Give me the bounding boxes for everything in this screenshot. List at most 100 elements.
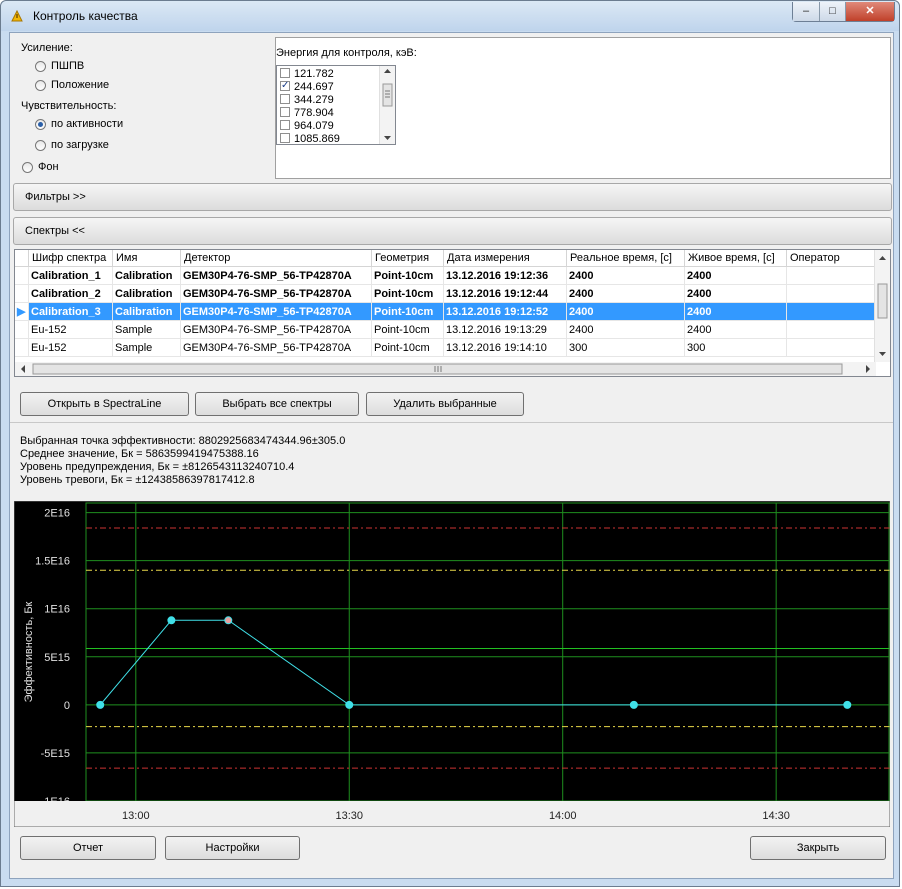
table-row[interactable]: Eu-152 Sample GEM30P4-76-SMP_56-TP42870A… (15, 321, 877, 339)
table-cell: 2400 (567, 267, 685, 285)
close-icon[interactable]: ✕ (846, 2, 894, 21)
energy-item[interactable]: 778.904 (280, 107, 334, 120)
column-header[interactable]: Дата измерения (444, 250, 567, 267)
table-cell: Point-10cm (372, 303, 444, 321)
table-cell (787, 321, 877, 339)
data-point[interactable] (345, 700, 354, 709)
energy-item[interactable]: 244.697 (280, 79, 334, 94)
row-header[interactable] (15, 285, 29, 303)
settings-button[interactable]: Настройки (165, 836, 300, 860)
table-cell: Sample (113, 339, 181, 357)
maximize-icon[interactable]: □ (820, 2, 846, 21)
gain-position-radio[interactable] (35, 80, 46, 91)
table-cell: 2400 (685, 303, 787, 321)
checkbox-icon[interactable] (280, 107, 290, 117)
table-cell: Point-10cm (372, 339, 444, 357)
column-header[interactable]: Шифр спектра (29, 250, 113, 267)
table-cell: GEM30P4-76-SMP_56-TP42870A (181, 303, 372, 321)
x-tick-label: 13:30 (335, 810, 363, 822)
row-header[interactable] (15, 267, 29, 285)
background-label[interactable]: Фон (38, 161, 59, 173)
checkbox-icon[interactable] (280, 94, 290, 104)
energy-label: Энергия для контроля, кэВ: (276, 47, 417, 59)
gain-position-label[interactable]: Положение (51, 79, 109, 91)
background-radio[interactable] (22, 162, 33, 173)
checkbox-icon[interactable] (280, 133, 290, 143)
column-header[interactable]: Оператор (787, 250, 877, 267)
spectra-toggle[interactable]: Спектры << (13, 217, 892, 245)
scrollbar-arrows-icon (21, 363, 870, 375)
sensitivity-activity-label[interactable]: по активности (51, 118, 123, 130)
checkbox-checked-icon[interactable] (280, 79, 290, 92)
column-header[interactable]: Имя (113, 250, 181, 267)
open-in-spectraline-button[interactable]: Открыть в SpectraLine (20, 392, 189, 416)
table-cell: Point-10cm (372, 285, 444, 303)
table-row[interactable]: Eu-152 Sample GEM30P4-76-SMP_56-TP42870A… (15, 339, 877, 357)
spectra-table[interactable]: Шифр спектра Имя Детектор Геометрия Дата… (14, 249, 891, 377)
table-horizontal-scrollbar[interactable] (15, 362, 876, 376)
column-header[interactable]: Детектор (181, 250, 372, 267)
sensitivity-activity-radio[interactable] (35, 119, 46, 130)
sensitivity-load-radio[interactable] (35, 140, 46, 151)
energy-item[interactable]: 344.279 (280, 94, 334, 107)
energy-checklist[interactable]: 121.782 244.697 344.279 778.904 964.079 … (276, 65, 396, 145)
table-row[interactable]: Calibration_1 Calibration GEM30P4-76-SMP… (15, 267, 877, 285)
row-header[interactable] (15, 339, 29, 357)
y-tick-label: 0 (64, 700, 70, 712)
chart-svg[interactable]: 2E161.5E161E165E150-5E15-1E16Эффективнос… (13, 500, 891, 828)
table-cell: Calibration_1 (29, 267, 113, 285)
select-all-spectra-button[interactable]: Выбрать все спектры (195, 392, 359, 416)
energy-item[interactable]: 964.079 (280, 120, 334, 133)
report-button[interactable]: Отчет (20, 836, 156, 860)
y-tick-label: -5E15 (41, 748, 70, 760)
table-row-selected[interactable]: ▶ Calibration_3 Calibration GEM30P4-76-S… (15, 303, 877, 321)
data-point-selected[interactable] (224, 616, 233, 625)
row-header[interactable] (15, 321, 29, 339)
window-controls: – □ ✕ (792, 2, 895, 22)
table-cell: Point-10cm (372, 321, 444, 339)
table-cell: 2400 (685, 285, 787, 303)
table-cell (787, 285, 877, 303)
table-cell (787, 339, 877, 357)
sensitivity-load-label[interactable]: по загрузке (51, 139, 109, 151)
table-row[interactable]: Calibration_2 Calibration GEM30P4-76-SMP… (15, 285, 877, 303)
energy-item[interactable]: 1085.869 (280, 133, 340, 144)
table-cell: 300 (685, 339, 787, 357)
scrollbar-arrows-icon (382, 69, 393, 140)
column-header[interactable]: Живое время, [с] (685, 250, 787, 267)
table-cell: Point-10cm (372, 267, 444, 285)
table-vertical-scrollbar[interactable] (874, 250, 890, 362)
row-pointer-icon[interactable]: ▶ (15, 303, 29, 321)
checkbox-icon[interactable] (280, 68, 290, 78)
table-cell: 13.12.2016 19:12:36 (444, 267, 567, 285)
gain-fwhm-radio[interactable] (35, 61, 46, 72)
minimize-icon[interactable]: – (793, 2, 820, 21)
close-button[interactable]: Закрыть (750, 836, 886, 860)
app-icon (11, 9, 23, 22)
column-header[interactable]: Реальное время, [с] (567, 250, 685, 267)
table-cell: 2400 (685, 267, 787, 285)
series-line (99, 619, 848, 706)
selected-point-text: Выбранная точка эффективности: 880292568… (20, 435, 346, 447)
gain-fwhm-label[interactable]: ПШПВ (51, 60, 84, 72)
delete-selected-button[interactable]: Удалить выбранные (366, 392, 524, 416)
table-cell: 2400 (567, 321, 685, 339)
mean-value-text: Среднее значение, Бк = 5863599419475388.… (20, 448, 259, 460)
x-tick-label: 13:00 (122, 810, 150, 822)
data-point[interactable] (96, 700, 105, 709)
column-header[interactable]: Геометрия (372, 250, 444, 267)
table-cell: Calibration (113, 303, 181, 321)
energy-scrollbar[interactable] (379, 66, 395, 144)
table-cell: 13.12.2016 19:13:29 (444, 321, 567, 339)
data-point[interactable] (629, 700, 638, 709)
y-tick-label: 2E16 (44, 508, 70, 520)
data-point[interactable] (167, 616, 176, 625)
title-bar[interactable]: Контроль качества – □ ✕ (1, 1, 899, 31)
row-header-corner (15, 250, 29, 267)
table-cell: GEM30P4-76-SMP_56-TP42870A (181, 267, 372, 285)
data-point[interactable] (843, 700, 852, 709)
filters-toggle[interactable]: Фильтры >> (13, 183, 892, 211)
efficiency-chart[interactable]: 2E161.5E161E165E150-5E15-1E16Эффективнос… (13, 500, 891, 828)
checkbox-icon[interactable] (280, 120, 290, 130)
divider (10, 422, 893, 423)
